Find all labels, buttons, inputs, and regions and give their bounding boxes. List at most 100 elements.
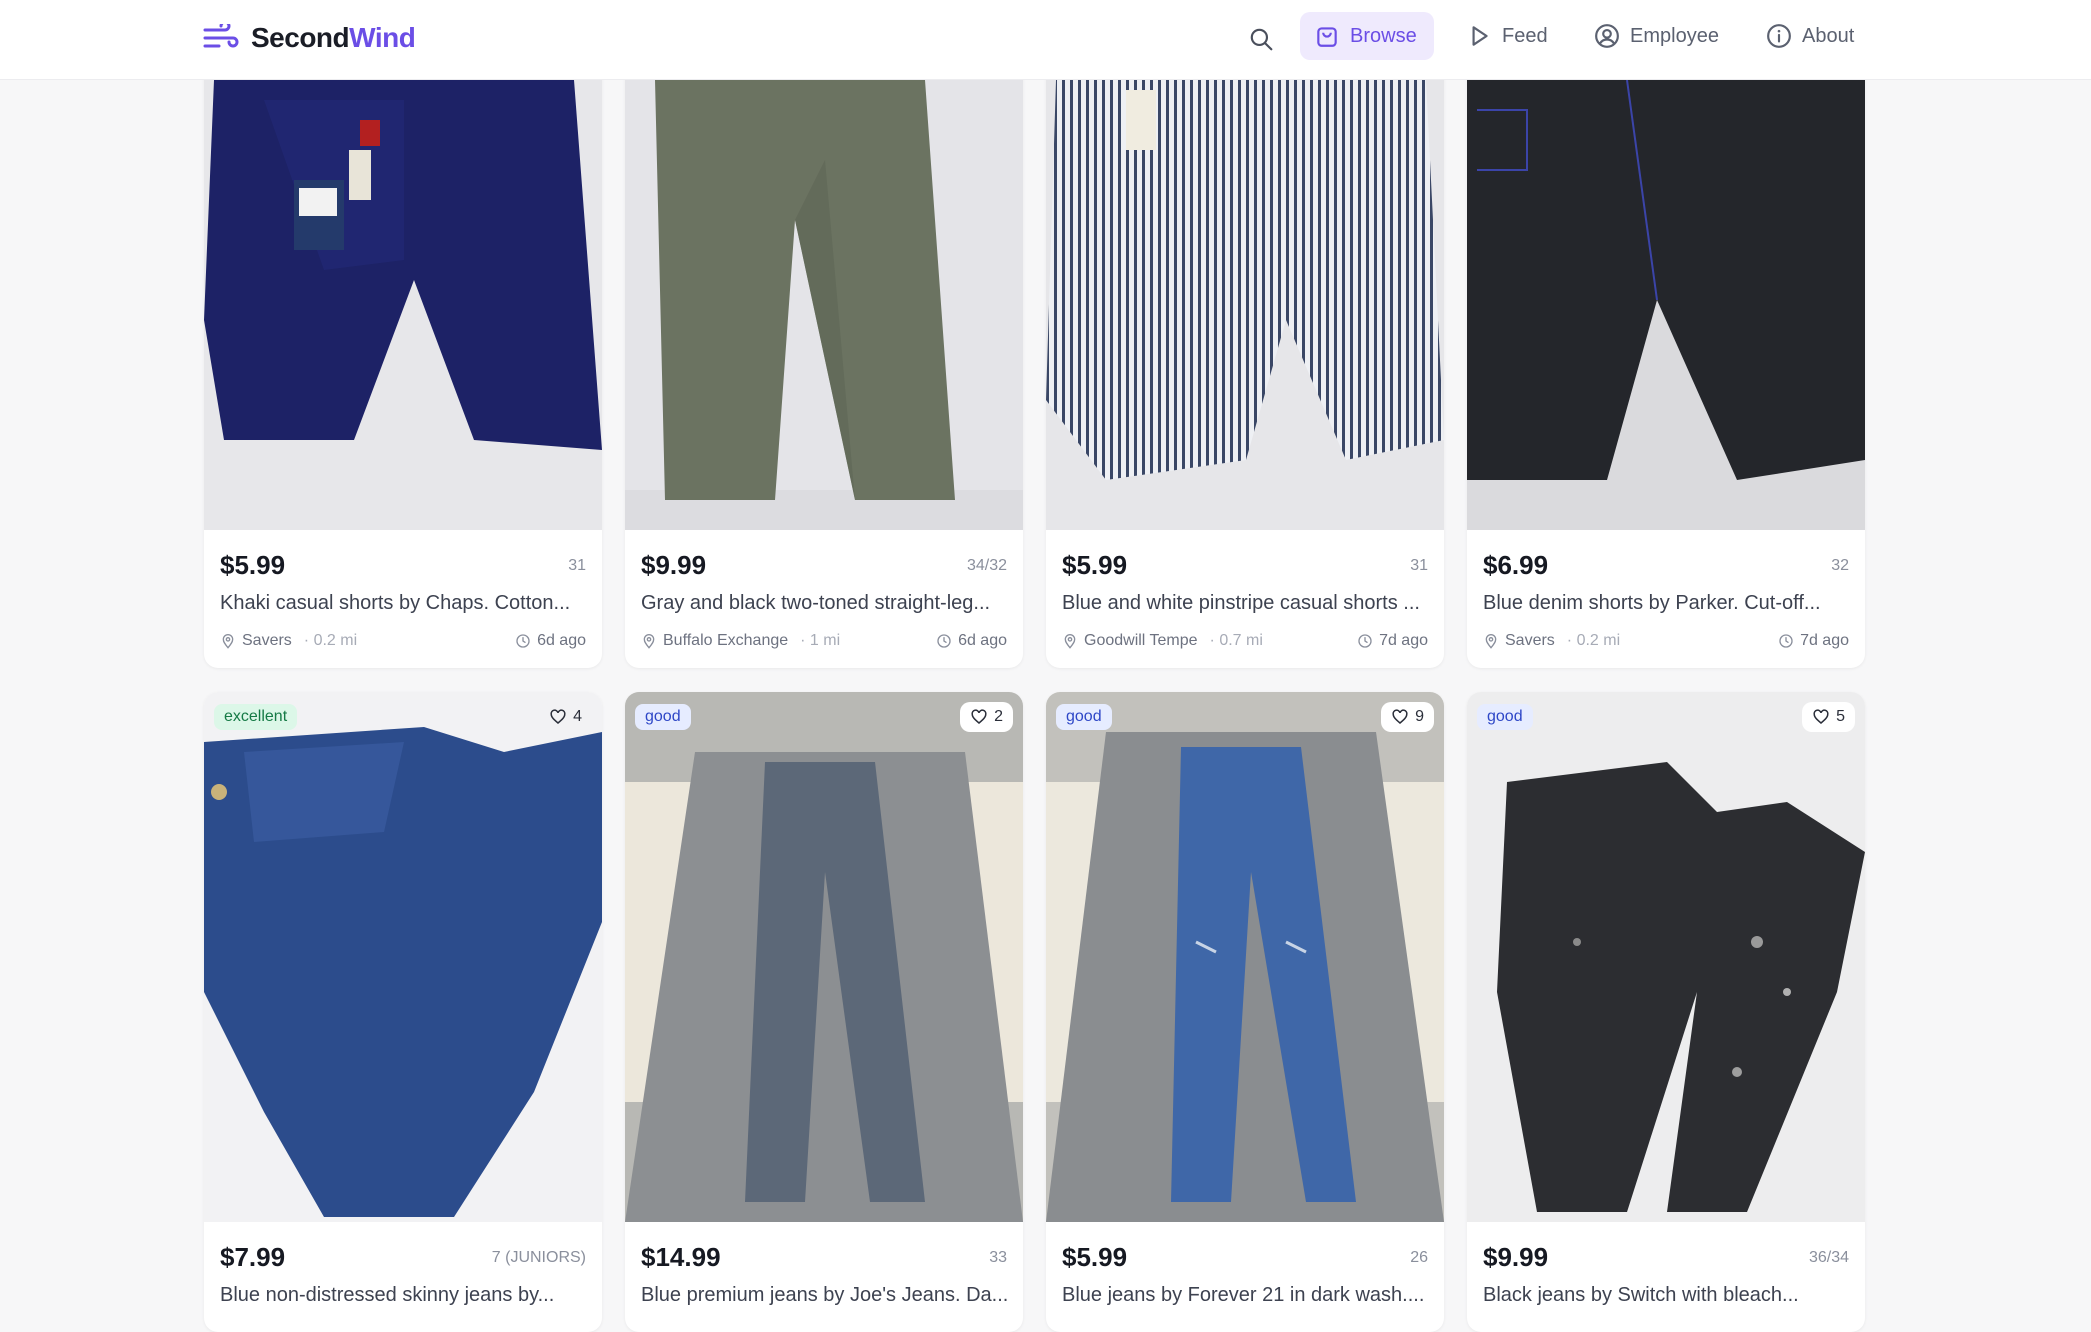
product-title: Blue and white pinstripe casual shorts .… [1062,592,1420,614]
heart-icon [1813,709,1829,724]
like-count: 9 [1415,708,1424,725]
product-meta: Savers · 0.2 mi 7d ago [1483,632,1849,650]
play-icon [1472,26,1488,46]
product-price: $5.99 [1062,550,1128,580]
search-icon [1250,28,1273,51]
top-navbar: SecondWind Browse Feed Employee About [0,0,2091,80]
posted-time-label: 7d ago [1379,632,1428,649]
nav-employee[interactable]: Employee [1580,12,1750,60]
condition-badge: good [1056,704,1112,730]
like-button[interactable]: 5 [1802,702,1855,732]
product-title: Black jeans by Switch with bleach... [1483,1284,1799,1306]
nav-employee-label: Employee [1630,24,1719,47]
map-pin-icon [643,634,655,649]
like-button[interactable]: 2 [960,702,1013,732]
nav-about[interactable]: About [1752,12,1872,60]
product-image[interactable] [204,20,602,530]
map-pin-icon [1485,634,1497,649]
heart-icon [1392,709,1408,724]
store-name: Goodwill Tempe [1084,632,1198,649]
like-count: 5 [1836,708,1845,725]
product-card[interactable]: $6.99 32 Blue denim shorts by Parker. Cu… [1467,20,1865,668]
store-name: Buffalo Exchange [663,632,789,649]
product-price: $5.99 [220,550,286,580]
product-size: 33 [989,1249,1007,1266]
info-icon [1767,24,1791,48]
like-count: 4 [573,708,582,725]
condition-badge: excellent [214,704,298,730]
product-price: $5.99 [1062,1242,1128,1272]
product-image[interactable] [625,20,1023,530]
condition-badge: good [635,704,691,730]
product-card[interactable]: excellent 4 $7.99 7 (JUNIORS) Blue non-d… [204,692,602,1332]
logo[interactable]: SecondWind [203,20,416,56]
store-name: Savers [242,632,292,649]
store-location: Savers · 0.2 mi [220,632,357,650]
shopping-bag-icon [1317,27,1337,47]
map-pin-icon [222,634,234,649]
product-size: 36/34 [1808,1249,1849,1266]
store-distance: · 1 mi [800,632,841,649]
product-card[interactable]: $9.99 34/32 Gray and black two-toned str… [625,20,1023,668]
product-image[interactable] [1046,692,1444,1222]
product-image[interactable] [1046,20,1444,530]
posted-time-label: 6d ago [958,632,1007,649]
product-size: 31 [1410,557,1428,574]
store-location: Buffalo Exchange · 1 mi [641,632,840,650]
map-pin-icon [1064,634,1076,649]
product-title: Blue premium jeans by Joe's Jeans. Da... [641,1284,1009,1306]
product-card[interactable]: good 9 $5.99 26 Blue jeans by Forever 21… [1046,692,1444,1332]
product-price: $14.99 [641,1242,721,1272]
wind-logo-icon [203,24,239,48]
user-circle-icon [1595,24,1619,48]
product-card[interactable]: $5.99 31 Blue and white pinstripe casual… [1046,20,1444,668]
nav-feed[interactable]: Feed [1452,12,1564,60]
store-location: Savers · 0.2 mi [1483,632,1620,650]
store-distance: · 0.7 mi [1209,632,1263,649]
like-button[interactable]: 4 [539,702,592,732]
like-button[interactable]: 9 [1381,702,1434,732]
product-card[interactable]: good 5 $9.99 36/34 Black jeans by Switch… [1467,692,1865,1332]
condition-badge: good [1477,704,1533,730]
clock-icon [516,634,530,648]
product-image[interactable] [1467,692,1865,1222]
posted-time: 6d ago [936,632,1007,650]
nav-about-label: About [1802,24,1855,47]
posted-time-label: 7d ago [1800,632,1849,649]
product-price: $6.99 [1483,550,1549,580]
product-image[interactable] [1467,20,1865,530]
product-image[interactable] [204,692,602,1222]
product-size: 34/32 [966,557,1007,574]
product-card[interactable]: good 2 $14.99 33 Blue premium jeans by J… [625,692,1023,1332]
product-size: 31 [568,557,586,574]
clock-icon [937,634,951,648]
heart-icon [971,709,987,724]
store-name: Savers [1505,632,1555,649]
product-meta: Savers · 0.2 mi 6d ago [220,632,586,650]
like-count: 2 [994,708,1003,725]
nav-browse[interactable]: Browse [1300,12,1434,60]
product-meta: Buffalo Exchange · 1 mi 6d ago [641,632,1007,650]
posted-time: 6d ago [515,632,586,650]
product-title: Blue non-distressed skinny jeans by... [220,1284,555,1306]
product-price: $9.99 [641,550,707,580]
product-title: Blue denim shorts by Parker. Cut-off... [1483,592,1821,614]
product-meta: Goodwill Tempe · 0.7 mi 7d ago [1062,632,1428,650]
nav-browse-label: Browse [1350,24,1417,47]
logo-text: SecondWind [251,22,416,53]
posted-time-label: 6d ago [537,632,586,649]
nav-feed-label: Feed [1502,24,1548,47]
product-image[interactable] [625,692,1023,1222]
store-location: Goodwill Tempe · 0.7 mi [1062,632,1263,650]
heart-icon [550,709,566,724]
product-size: 26 [1410,1249,1428,1266]
product-card[interactable]: $5.99 31 Khaki casual shorts by Chaps. C… [204,20,602,668]
product-price: $7.99 [220,1242,286,1272]
search-button[interactable] [1245,23,1277,55]
product-title: Khaki casual shorts by Chaps. Cotton... [220,592,571,614]
product-title: Blue jeans by Forever 21 in dark wash...… [1062,1284,1425,1306]
clock-icon [1358,634,1372,648]
product-size: 32 [1831,557,1849,574]
posted-time: 7d ago [1357,632,1428,650]
product-price: $9.99 [1483,1242,1549,1272]
